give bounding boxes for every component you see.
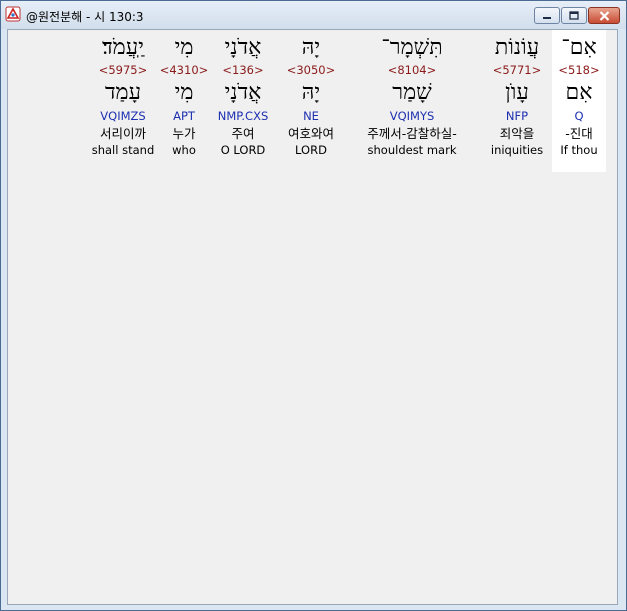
minimize-icon [543,16,551,19]
korean-gloss: 누가 [172,126,196,141]
maximize-icon [569,11,579,20]
english-gloss: O LORD [220,143,266,157]
english-gloss: shouldest mark [367,143,457,157]
title-bar[interactable]: @원전분해 - 시 130:3 [1,1,626,29]
korean-gloss: -진대 [565,126,593,141]
hebrew-surface-word: מִי [174,35,194,60]
korean-gloss: 여호와여 [287,126,334,141]
hebrew-lemma: אֲדֹנָי [224,80,262,105]
strong-number[interactable]: <518> [558,62,599,78]
close-button[interactable] [588,7,620,24]
strong-number[interactable]: <136> [222,62,263,78]
hebrew-lemma: שָׁמַר [392,80,432,105]
parsing-code: NE [303,109,319,123]
english-gloss: iniquities [490,143,544,157]
english-gloss: who [172,143,196,157]
hebrew-lemma: עָמַד [104,80,142,105]
word-column-selected[interactable]: אִם־ <518> אִם Q -진대 If thou [552,30,606,172]
hebrew-surface-word: יָהּ [301,35,321,60]
word-column[interactable]: יַֽעֲמֹד׃ <5975> עָמַד VQIMZS 서리이까 shall… [84,30,162,172]
hebrew-surface-word: אִם־ [561,35,597,60]
strong-number[interactable]: <4310> [160,62,209,78]
interlinear-panel: יַֽעֲמֹד׃ <5975> עָמַד VQIMZS 서리이까 shall… [7,29,618,605]
close-icon [599,10,609,21]
parsing-code: VQIMYS [389,109,435,123]
hebrew-lemma: מִי [174,80,194,105]
strong-number[interactable]: <5771> [493,62,542,78]
hebrew-lemma: יָהּ [301,80,321,105]
word-column[interactable]: תִּשְׁמָר־ <8104> שָׁמַר VQIMYS 주께서-감찰하실… [342,30,482,172]
english-gloss: shall stand [91,143,155,157]
korean-gloss: 서리이까 [99,126,146,141]
parsing-code: NMP.CXS [217,109,269,123]
word-column[interactable]: עֲוֹנוֹת <5771> עָוֺן NFP 죄악을 iniquities [482,30,552,172]
hebrew-lemma: אִם [565,80,593,105]
parsing-code: VQIMZS [100,109,146,123]
maximize-button[interactable] [561,7,587,24]
hebrew-surface-word: יַֽעֲמֹד׃ [102,35,144,60]
window-title: @원전분해 - 시 130:3 [26,10,144,24]
word-column[interactable]: יָהּ <3050> יָהּ NE 여호와여 LORD [280,30,342,172]
korean-gloss: 주께서-감찰하실- [367,126,457,141]
parsing-code: NFP [505,109,529,123]
word-column[interactable]: מִי <4310> מִי APT 누가 who [160,30,209,172]
strong-number[interactable]: <8104> [388,62,437,78]
main-window: @원전분해 - 시 130:3 יַֽעֲמֹד׃ <5975> עָמַד V… [0,0,627,611]
strong-number[interactable]: <5975> [99,62,148,78]
parsing-code: APT [173,109,195,123]
word-column[interactable]: אֲדֹנָי <136> אֲדֹנָי NMP.CXS 주여 O LORD [206,30,280,172]
app-logo-icon [5,6,21,22]
korean-gloss: 죄악을 [499,126,535,141]
window-controls [533,7,620,25]
english-gloss: If thou [560,143,598,157]
hebrew-surface-word: עֲוֹנוֹת [494,35,540,60]
hebrew-lemma: עָוֺן [505,80,529,105]
minimize-button[interactable] [534,7,560,24]
word-columns: יַֽעֲמֹד׃ <5975> עָמַד VQIMZS 서리이까 shall… [84,30,606,172]
hebrew-surface-word: אֲדֹנָי [224,35,262,60]
strong-number[interactable]: <3050> [287,62,336,78]
parsing-code: Q [574,109,584,123]
korean-gloss: 주여 [231,126,255,141]
hebrew-surface-word: תִּשְׁמָר־ [381,35,443,60]
english-gloss: LORD [295,143,327,157]
